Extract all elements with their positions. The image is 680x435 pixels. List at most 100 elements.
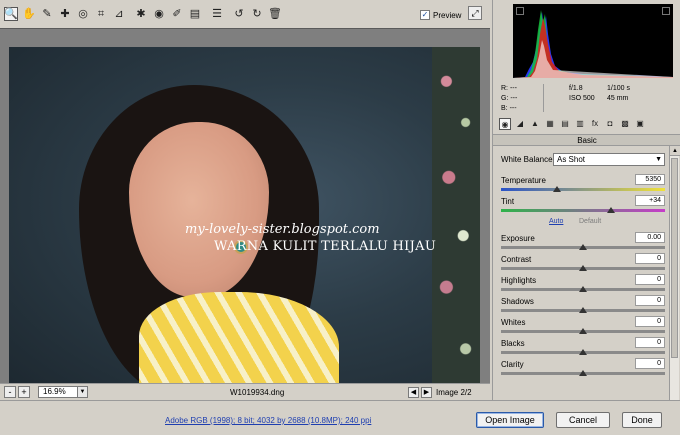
contrast-slider-row: Contrast 0	[499, 253, 665, 274]
scrollbar-handle[interactable]	[671, 158, 678, 358]
tint-slider-thumb[interactable]	[606, 207, 615, 213]
tint-slider-track[interactable]	[501, 209, 665, 212]
preview-checkbox[interactable]: ✓	[420, 10, 430, 20]
image-preview-area[interactable]: my-lovely-sister.blogspot.com WARNA KULI…	[0, 28, 490, 390]
open-image-button[interactable]: Open Image	[476, 412, 544, 428]
exposure-value-field[interactable]: 0.00	[635, 232, 665, 243]
tint-slider-row: Tint +34	[499, 195, 665, 216]
exposure-slider-row: Exposure 0.00	[499, 232, 665, 253]
workflow-options-link[interactable]: Adobe RGB (1998); 8 bit; 4032 by 2688 (1…	[165, 416, 371, 425]
rgb-readout: R: --- G: --- B: ---	[501, 84, 517, 114]
adjustment-brush-icon[interactable]: ✐	[170, 7, 184, 21]
auto-default-row: Auto Default	[499, 218, 665, 230]
contrast-slider-thumb[interactable]	[579, 265, 587, 271]
straighten-tool-icon[interactable]: ⊿	[112, 7, 126, 21]
temperature-slider-track[interactable]	[501, 188, 665, 191]
zoom-tool-icon[interactable]: 🔍	[4, 7, 18, 21]
rotate-right-icon[interactable]: ↻	[250, 7, 264, 21]
preferences-icon[interactable]: ☰	[210, 7, 224, 21]
auto-link[interactable]: Auto	[549, 218, 563, 225]
zoom-out-button[interactable]: -	[4, 386, 16, 398]
r-value: ---	[509, 85, 517, 92]
blacks-label: Blacks	[501, 339, 525, 348]
white-balance-tool-icon[interactable]: ✎	[40, 7, 54, 21]
temperature-label: Temperature	[501, 176, 546, 185]
chevron-down-icon: ▼	[77, 387, 87, 397]
blacks-slider-row: Blacks 0	[499, 337, 665, 358]
hand-tool-icon[interactable]: ✋	[22, 7, 36, 21]
tint-value-field[interactable]: +34	[635, 195, 665, 206]
red-eye-tool-icon[interactable]: ◉	[152, 7, 166, 21]
clarity-value-field[interactable]: 0	[635, 358, 665, 369]
dialog-footer: Adobe RGB (1998); 8 bit; 4032 by 2688 (1…	[0, 400, 680, 435]
shadow-clipping-warning-icon[interactable]	[516, 7, 524, 15]
white-balance-select[interactable]: As Shot ▼	[553, 153, 665, 166]
image-status-bar: - + 16.9% ▼ W1019934.dng ◀ ▶ Image 2/2	[0, 383, 490, 400]
highlights-slider-row: Highlights 0	[499, 274, 665, 295]
color-sampler-tool-icon[interactable]: ✚	[58, 7, 72, 21]
graduated-filter-icon[interactable]: ▤	[188, 7, 202, 21]
whites-label: Whites	[501, 318, 526, 327]
rotate-left-icon[interactable]: ↺	[232, 7, 246, 21]
whites-slider-row: Whites 0	[499, 316, 665, 337]
photo-preview: my-lovely-sister.blogspot.com WARNA KULI…	[9, 47, 480, 390]
preview-toggle[interactable]: ✓ Preview	[420, 8, 461, 22]
tab-snapshots[interactable]: ▣	[634, 118, 646, 130]
previous-image-button[interactable]: ◀	[408, 387, 419, 398]
temperature-slider-row: Temperature 5350	[499, 174, 665, 195]
tab-basic[interactable]: ◉	[499, 118, 511, 130]
crop-tool-icon[interactable]: ⌗	[94, 7, 108, 21]
clarity-label: Clarity	[501, 360, 524, 369]
highlights-label: Highlights	[501, 276, 537, 285]
targeted-adjustment-tool-icon[interactable]: ◎	[76, 7, 90, 21]
trash-icon[interactable]: 🗑	[268, 7, 282, 21]
watermark-url: my-lovely-sister.blogspot.com	[185, 222, 380, 237]
exposure-slider-thumb[interactable]	[579, 244, 587, 250]
highlights-value-field[interactable]: 0	[635, 274, 665, 285]
temperature-value-field[interactable]: 5350	[635, 174, 665, 185]
r-label: R:	[501, 85, 508, 92]
image-count-label: Image 2/2	[436, 388, 472, 397]
blacks-value-field[interactable]: 0	[635, 337, 665, 348]
whites-slider-thumb[interactable]	[579, 328, 587, 334]
highlights-slider-thumb[interactable]	[579, 286, 587, 292]
clarity-slider-row: Clarity 0	[499, 358, 665, 379]
tint-label: Tint	[501, 197, 515, 206]
tab-lens-corrections[interactable]: ▥	[574, 118, 586, 130]
shadows-slider-row: Shadows 0	[499, 295, 665, 316]
b-value: ---	[509, 105, 517, 112]
blacks-slider-thumb[interactable]	[579, 349, 587, 355]
tab-detail[interactable]: ▲	[529, 118, 541, 130]
r-readout: R: ---	[501, 84, 517, 94]
tab-split-toning[interactable]: ▤	[559, 118, 571, 130]
cancel-button[interactable]: Cancel	[556, 412, 610, 428]
histogram	[513, 4, 673, 78]
tab-hsl[interactable]: ▦	[544, 118, 556, 130]
shadows-slider-thumb[interactable]	[579, 307, 587, 313]
next-image-button[interactable]: ▶	[421, 387, 432, 398]
fullscreen-icon[interactable]: ⤢	[468, 6, 482, 20]
toolbar: 🔍 ✋ ✎ ✚ ◎ ⌗ ⊿ ✱ ◉ ✐ ▤ ☰ ↺ ↻ 🗑	[0, 0, 490, 28]
zoom-level-select[interactable]: 16.9% ▼	[38, 386, 88, 398]
default-link[interactable]: Default	[579, 218, 601, 225]
spot-removal-tool-icon[interactable]: ✱	[134, 7, 148, 21]
scroll-up-icon[interactable]: ▲	[670, 146, 680, 156]
contrast-value-field[interactable]: 0	[635, 253, 665, 264]
preview-label: Preview	[433, 10, 462, 20]
whites-value-field[interactable]: 0	[635, 316, 665, 327]
exif-readout: f/1.8 1/100 s ISO 500 45 mm	[569, 84, 645, 104]
clarity-slider-thumb[interactable]	[579, 370, 587, 376]
b-label: B:	[501, 105, 508, 112]
tab-presets[interactable]: ▩	[619, 118, 631, 130]
tab-tone-curve[interactable]: ◢	[514, 118, 526, 130]
readout-divider	[543, 84, 544, 112]
zoom-in-button[interactable]: +	[18, 386, 30, 398]
highlight-clipping-warning-icon[interactable]	[662, 7, 670, 15]
floral-background	[432, 47, 480, 390]
tab-effects[interactable]: fx	[589, 118, 601, 130]
temperature-slider-thumb[interactable]	[552, 186, 561, 192]
done-button[interactable]: Done	[622, 412, 662, 428]
tab-camera-calibration[interactable]: ◘	[604, 118, 616, 130]
panel-scrollbar[interactable]: ▲	[669, 146, 680, 400]
shadows-value-field[interactable]: 0	[635, 295, 665, 306]
